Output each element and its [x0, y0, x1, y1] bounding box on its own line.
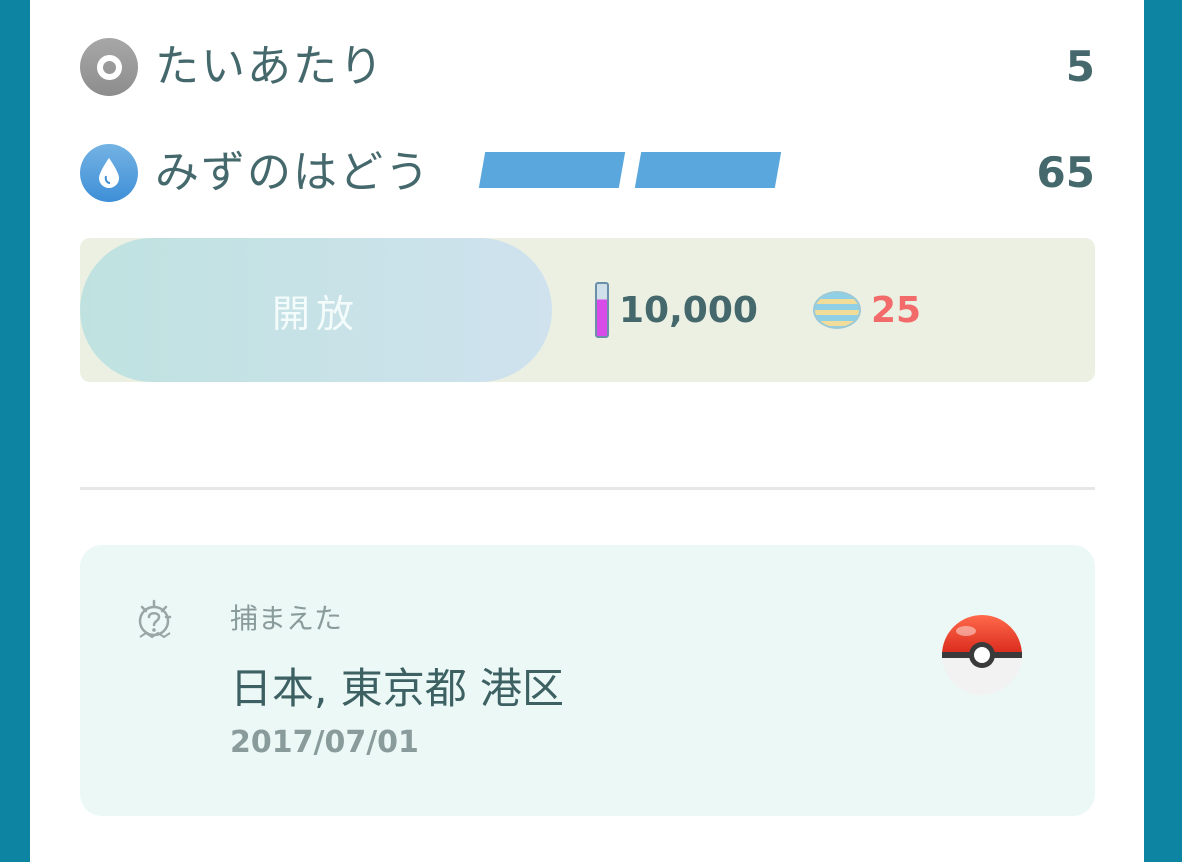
water-type-icon: [80, 144, 138, 202]
candy-icon: [813, 291, 861, 329]
move-name: みずのはどう: [155, 147, 431, 198]
move-power: 5: [1065, 42, 1095, 91]
move-row-tackle: たいあたり 5: [80, 32, 1095, 102]
pokeball-icon: [938, 611, 1026, 699]
candy-cost-value: 25: [871, 289, 922, 331]
stardust-cost-value: 10,000: [619, 289, 758, 331]
normal-type-icon: [80, 38, 138, 96]
unlock-button[interactable]: 開放: [80, 238, 552, 382]
stardust-cost: 10,000: [595, 282, 758, 338]
capture-label: 捕まえた: [230, 602, 343, 635]
capture-info-card: 捕まえた 日本, 東京都 港区 2017/07/01: [80, 545, 1095, 816]
move-name: たいあたり: [155, 41, 385, 92]
move-row-water-pulse: みずのはどう 65: [80, 138, 1095, 208]
energy-bar: [478, 152, 626, 188]
capture-info-icon: [134, 597, 178, 641]
unlock-move-box: 開放 10,000 25: [80, 238, 1095, 382]
energy-bar: [634, 152, 782, 188]
capture-location: 日本, 東京都 港区: [230, 664, 565, 713]
candy-cost: 25: [813, 282, 921, 338]
divider: [80, 487, 1095, 490]
stardust-icon: [595, 282, 609, 338]
pokemon-detail-panel: たいあたり 5 みずのはどう 65 開放 10,000 25 捕まえた 日本, …: [30, 0, 1144, 862]
move-power: 65: [1036, 148, 1095, 197]
capture-date: 2017/07/01: [230, 725, 419, 760]
